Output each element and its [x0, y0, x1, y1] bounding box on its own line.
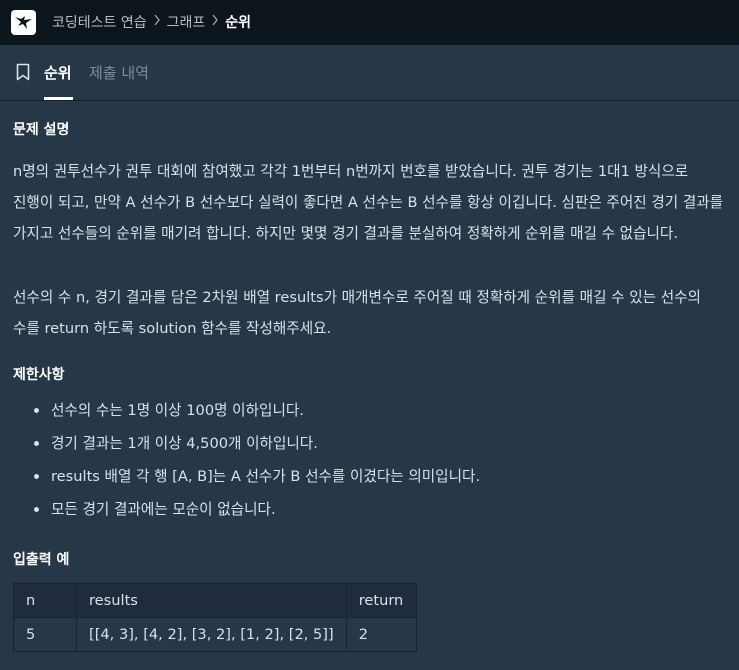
bookmark-icon[interactable] [16, 63, 30, 81]
limits-heading: 제한사항 [13, 367, 65, 383]
chevron-right-icon [153, 14, 161, 30]
io-example-table: n results return 5 [[4, 3], [4, 2], [3, … [13, 583, 417, 652]
table-row: 5 [[4, 3], [4, 2], [3, 2], [1, 2], [2, 5… [13, 617, 417, 652]
io-example-heading: 입출력 예 [13, 552, 70, 568]
tab-bar: 순위 제출 내역 [0, 45, 739, 101]
table-cell: 2 [345, 617, 417, 652]
list-item: results 배열 각 행 [A, B]는 A 선수가 B 선수를 이겼다는 … [13, 460, 480, 493]
limits-list: 선수의 수는 1명 이상 100명 이하입니다. 경기 결과는 1개 이상 4,… [13, 394, 480, 526]
breadcrumb-item-graph[interactable]: 그래프 [167, 12, 206, 32]
list-item: 선수의 수는 1명 이상 100명 이하입니다. [13, 394, 480, 427]
breadcrumb-item-coding-test[interactable]: 코딩테스트 연습 [52, 12, 147, 32]
column-header: return [345, 583, 417, 618]
problem-paragraph-1: n명의 권투선수가 권투 대회에 참여했고 각각 1번부터 n번까지 번호를 받… [13, 163, 724, 242]
problem-paragraph-2: 선수의 수 n, 경기 결과를 담은 2차원 배열 results가 매개변수로… [13, 289, 701, 337]
programmers-logo-icon[interactable] [11, 10, 36, 35]
table-header-row: n results return [13, 583, 417, 618]
column-header: n [13, 583, 77, 618]
table-cell: [[4, 3], [4, 2], [3, 2], [1, 2], [2, 5]] [76, 617, 347, 652]
breadcrumb-current: 순위 [225, 15, 252, 31]
list-item: 모든 경기 결과에는 모순이 없습니다. [13, 493, 480, 526]
active-tab-indicator [44, 97, 73, 100]
tab-problem[interactable]: 순위 [44, 62, 72, 83]
top-navigation-bar: 코딩테스트 연습 그래프 순위 [0, 0, 739, 45]
chevron-right-icon [211, 14, 219, 30]
tab-submission-history[interactable]: 제출 내역 [89, 62, 149, 83]
column-header: results [76, 583, 347, 618]
problem-description-heading: 문제 설명 [13, 122, 70, 138]
table-cell: 5 [13, 617, 77, 652]
breadcrumb: 코딩테스트 연습 그래프 순위 [52, 12, 251, 32]
list-item: 경기 결과는 1개 이상 4,500개 이하입니다. [13, 427, 480, 460]
